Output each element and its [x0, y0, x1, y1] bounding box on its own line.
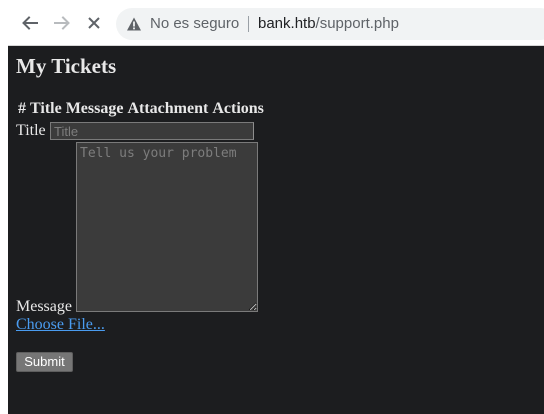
back-button[interactable] — [20, 13, 40, 33]
column-header-actions: Actions — [212, 100, 264, 117]
title-label: Title — [16, 122, 46, 139]
title-input[interactable] — [50, 122, 254, 140]
url-text[interactable]: bank.htb/support.php — [258, 15, 399, 33]
message-label: Message — [16, 298, 72, 315]
url-host: bank.htb — [258, 15, 316, 32]
column-header-number: # — [18, 100, 26, 117]
window-edge — [0, 0, 8, 414]
arrow-left-icon — [22, 16, 38, 30]
address-bar[interactable]: No es seguro bank.htb/support.php — [116, 8, 544, 40]
address-divider — [248, 16, 249, 32]
close-icon — [88, 17, 100, 29]
browser-toolbar: No es seguro bank.htb/support.php — [8, 0, 544, 46]
browser-window: No es seguro bank.htb/support.php My Tic… — [0, 0, 544, 414]
choose-file-link[interactable]: Choose File... — [16, 315, 105, 335]
column-header-title: Title — [30, 100, 62, 117]
forward-button[interactable] — [52, 13, 72, 33]
tickets-table-header: # Title Message Attachment Actions — [18, 99, 268, 119]
message-textarea[interactable] — [76, 142, 258, 312]
column-header-message: Message — [65, 100, 124, 117]
page-content: My Tickets # Title Message Attachment Action… — [8, 46, 544, 414]
submit-button[interactable]: Submit — [16, 352, 73, 372]
column-header-attachment: Attachment — [127, 100, 209, 117]
arrow-right-icon — [54, 16, 70, 30]
url-path: /support.php — [315, 15, 399, 32]
stop-loading-button[interactable] — [84, 13, 104, 33]
security-status[interactable]: No es seguro — [150, 15, 239, 33]
warning-icon[interactable] — [126, 16, 142, 32]
page-title: My Tickets — [16, 54, 117, 78]
